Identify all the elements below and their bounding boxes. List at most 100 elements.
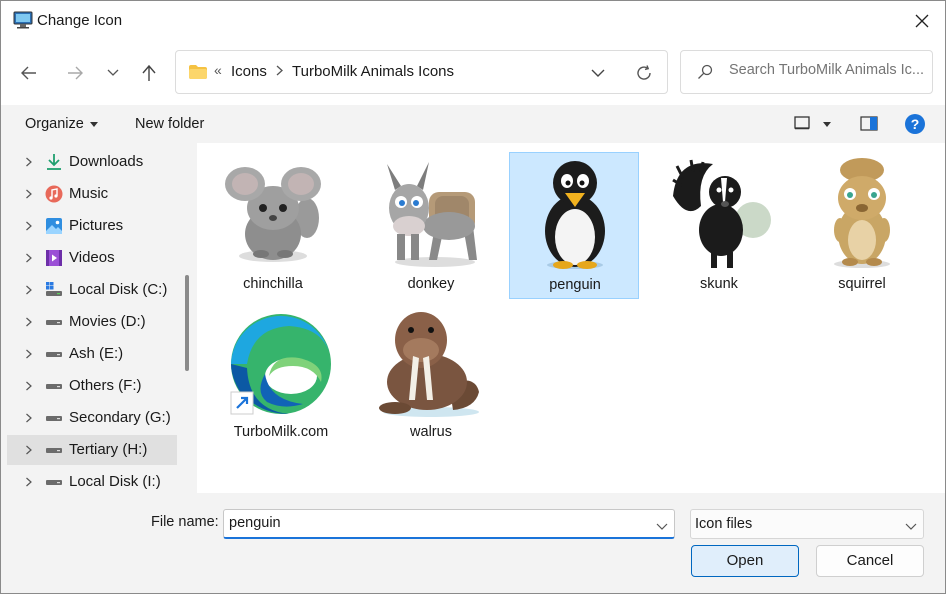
file-name: TurboMilk.com bbox=[233, 424, 329, 440]
expand-chevron-icon bbox=[26, 445, 32, 455]
nav-item-pictures[interactable]: Pictures bbox=[7, 211, 177, 241]
cancel-button[interactable]: Cancel bbox=[816, 545, 924, 577]
refresh-icon bbox=[637, 65, 651, 80]
preview-pane-icon bbox=[860, 116, 878, 131]
search-input[interactable] bbox=[729, 62, 929, 78]
drive-icon bbox=[46, 448, 62, 453]
overflow-chevron[interactable]: « bbox=[214, 62, 222, 78]
file-name-input[interactable] bbox=[229, 515, 639, 531]
file-name: skunk bbox=[700, 276, 738, 292]
expand-chevron-icon bbox=[26, 349, 32, 359]
expand-chevron-icon bbox=[26, 317, 32, 327]
edge-shortcut-icon bbox=[230, 314, 331, 415]
refresh-button[interactable] bbox=[630, 59, 658, 87]
nav-item-movies-d[interactable]: Movies (D:) bbox=[7, 307, 177, 337]
chevron-down-icon bbox=[905, 523, 917, 530]
view-options-caret-icon[interactable] bbox=[823, 122, 831, 127]
file-item-penguin[interactable]: penguin bbox=[509, 152, 639, 299]
file-name: chinchilla bbox=[243, 276, 303, 292]
breadcrumb-icons[interactable]: Icons bbox=[231, 63, 267, 80]
nav-label: Movies (D:) bbox=[69, 313, 146, 330]
system-drive-icon bbox=[46, 282, 62, 296]
drive-icon bbox=[46, 416, 62, 421]
organize-menu-button[interactable]: Organize bbox=[25, 116, 98, 132]
expand-chevron-icon bbox=[26, 221, 32, 231]
chevron-down-icon bbox=[656, 523, 668, 530]
nav-label: Tertiary (H:) bbox=[69, 441, 148, 458]
nav-item-music[interactable]: Music bbox=[7, 179, 177, 209]
file-name: walrus bbox=[410, 424, 452, 440]
close-icon bbox=[915, 14, 929, 28]
search-box[interactable] bbox=[680, 50, 933, 94]
penguin-icon bbox=[545, 161, 605, 269]
expand-chevron-icon bbox=[26, 157, 32, 167]
drive-icon bbox=[46, 352, 62, 357]
expand-chevron-icon bbox=[26, 189, 32, 199]
file-name-dropdown-button[interactable] bbox=[656, 518, 668, 534]
address-dropdown-button[interactable] bbox=[584, 61, 612, 85]
dialog-footer: File name: Icon files Open Cancel bbox=[1, 493, 945, 593]
back-button[interactable] bbox=[15, 59, 43, 87]
file-item-squirrel[interactable]: squirrel bbox=[797, 152, 927, 299]
address-bar[interactable]: « Icons TurboMilk Animals Icons bbox=[175, 50, 668, 94]
nav-label: Local Disk (I:) bbox=[69, 473, 161, 490]
file-item-donkey[interactable]: donkey bbox=[366, 152, 496, 299]
nav-item-videos[interactable]: Videos bbox=[7, 243, 177, 273]
app-icon bbox=[13, 11, 33, 29]
up-button[interactable] bbox=[135, 59, 163, 87]
expand-chevron-icon bbox=[26, 477, 32, 487]
donkey-icon bbox=[387, 162, 477, 267]
expand-chevron-icon bbox=[26, 413, 32, 423]
close-button[interactable] bbox=[899, 1, 945, 41]
expand-chevron-icon bbox=[26, 381, 32, 391]
nav-item-local-disk-c[interactable]: Local Disk (C:) bbox=[7, 275, 177, 305]
nav-item-ash-e[interactable]: Ash (E:) bbox=[7, 339, 177, 369]
breadcrumb-separator bbox=[276, 63, 283, 79]
pictures-icon bbox=[46, 218, 62, 234]
navigation-pane: Downloads Music Pictures Videos Local Di… bbox=[1, 143, 197, 493]
file-item-turbomilk-com[interactable]: TurboMilk.com bbox=[216, 300, 346, 447]
file-name: penguin bbox=[549, 277, 601, 293]
drive-icon bbox=[46, 320, 62, 325]
help-button[interactable]: ? bbox=[905, 114, 925, 134]
nav-label: Others (F:) bbox=[69, 377, 142, 394]
nav-item-downloads[interactable]: Downloads bbox=[7, 147, 177, 177]
window-title: Change Icon bbox=[37, 12, 123, 29]
drive-icon bbox=[46, 480, 62, 485]
file-name-combobox[interactable] bbox=[223, 509, 675, 539]
title-bar: Change Icon bbox=[1, 1, 945, 41]
nav-item-others-f[interactable]: Others (F:) bbox=[7, 371, 177, 401]
view-mode-button[interactable] bbox=[794, 116, 810, 133]
caret-down-icon bbox=[89, 121, 98, 127]
nav-label: Secondary (G:) bbox=[69, 409, 171, 426]
nav-label: Pictures bbox=[69, 217, 124, 234]
forward-button[interactable] bbox=[61, 59, 89, 87]
new-folder-button[interactable]: New folder bbox=[135, 116, 204, 132]
nav-item-secondary-g[interactable]: Secondary (G:) bbox=[7, 403, 177, 433]
change-icon-dialog: Change Icon « Icons TurboMilk Animals Ic… bbox=[0, 0, 946, 594]
skunk-icon bbox=[672, 159, 771, 268]
open-button[interactable]: Open bbox=[691, 545, 799, 577]
file-name-label: File name: bbox=[151, 514, 219, 530]
file-item-walrus[interactable]: walrus bbox=[366, 300, 496, 447]
recent-locations-button[interactable] bbox=[99, 59, 127, 87]
navigation-row: « Icons TurboMilk Animals Icons bbox=[1, 41, 945, 105]
squirrel-icon bbox=[834, 158, 890, 268]
up-arrow-icon bbox=[142, 64, 156, 81]
drive-icon bbox=[46, 384, 62, 389]
preview-pane-button[interactable] bbox=[860, 116, 878, 134]
file-item-chinchilla[interactable]: chinchilla bbox=[208, 152, 338, 299]
breadcrumb-turbomilk-animals-icons[interactable]: TurboMilk Animals Icons bbox=[292, 63, 454, 80]
organize-label: Organize bbox=[25, 116, 84, 132]
folder-icon bbox=[188, 64, 208, 83]
search-icon bbox=[697, 64, 713, 83]
file-type-select[interactable]: Icon files bbox=[690, 509, 924, 539]
download-icon bbox=[47, 154, 61, 170]
file-type-value: Icon files bbox=[695, 516, 753, 532]
music-icon bbox=[45, 185, 63, 203]
nav-item-local-disk-i[interactable]: Local Disk (I:) bbox=[7, 467, 177, 493]
nav-scrollbar-thumb[interactable] bbox=[185, 275, 189, 371]
chevron-down-icon bbox=[107, 69, 119, 76]
nav-item-tertiary-h[interactable]: Tertiary (H:) bbox=[7, 435, 177, 465]
file-item-skunk[interactable]: skunk bbox=[654, 152, 784, 299]
